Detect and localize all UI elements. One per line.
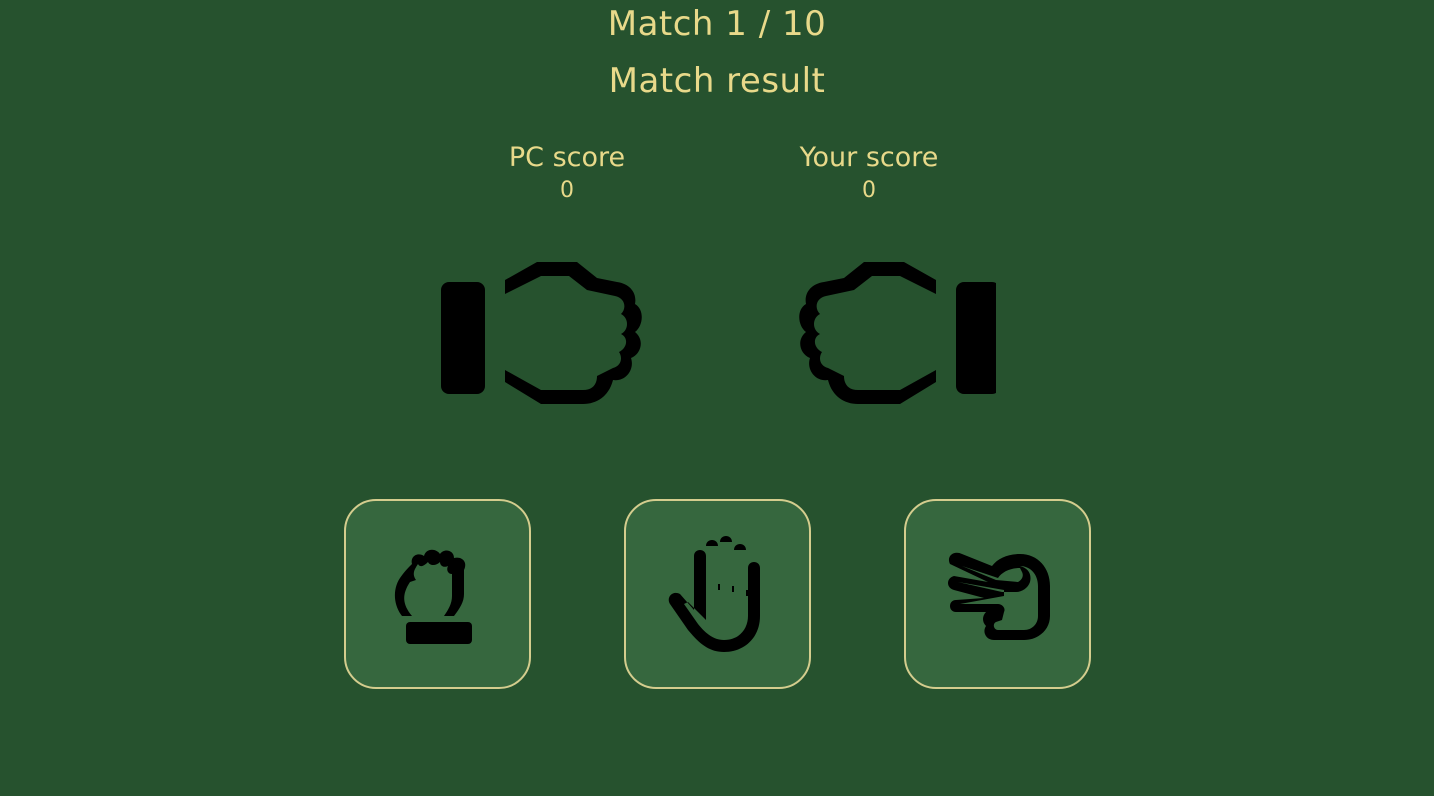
pc-hand-display — [437, 250, 657, 415]
pc-score-value: 0 — [560, 178, 574, 203]
pc-score-label: PC score — [508, 142, 626, 173]
player-fist-icon — [799, 262, 996, 404]
player-score-label: Your score — [799, 142, 939, 173]
pc-score-panel: PC score 0 — [437, 142, 697, 206]
paper-hand-icon — [668, 536, 760, 652]
player-score-value: 0 — [862, 178, 876, 203]
match-result: Match result — [608, 61, 826, 101]
player-score-panel: Your score 0 — [739, 142, 999, 206]
paper-button[interactable] — [624, 499, 811, 689]
rock-button[interactable] — [344, 499, 531, 689]
player-hand-display — [776, 250, 996, 415]
rock-hand-icon — [394, 549, 472, 644]
scissors-button[interactable] — [904, 499, 1091, 689]
match-counter: Match 1 / 10 — [607, 4, 827, 44]
scissors-hand-icon — [947, 552, 1050, 640]
pc-fist-icon — [441, 262, 642, 404]
choice-buttons — [0, 499, 1434, 692]
